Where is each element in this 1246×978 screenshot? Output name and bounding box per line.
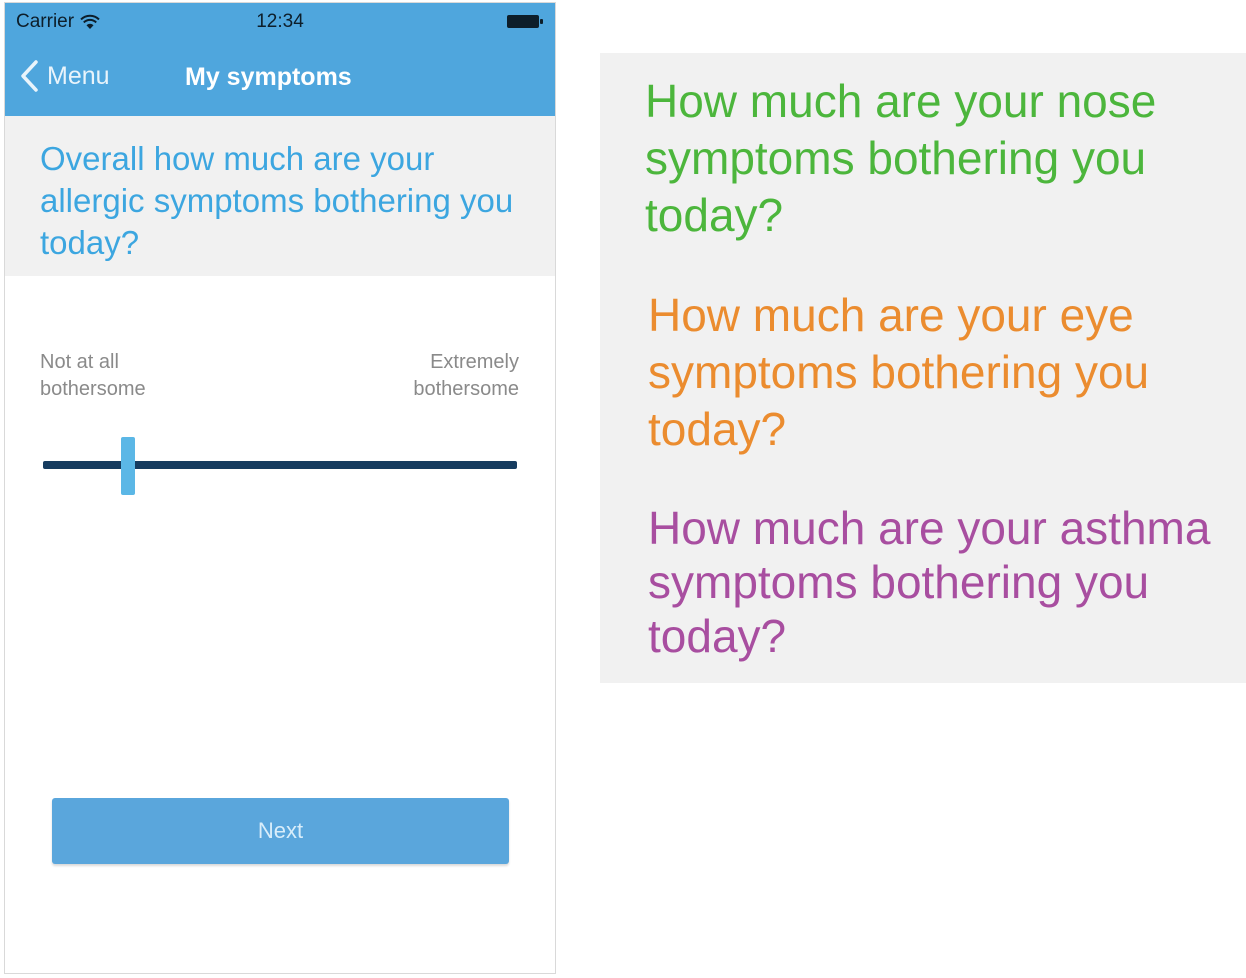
scale-min-label: Not at all bothersome [40,349,180,403]
eye-question-text: How much are your eye symptoms bothering… [648,289,1150,455]
asthma-question-text: How much are your asthma symptoms bother… [648,502,1211,662]
nose-question-text: How much are your nose symptoms botherin… [645,75,1157,241]
status-time: 12:34 [256,11,304,32]
battery-icon [507,15,543,28]
navigation-bar: Menu My symptoms [5,41,555,116]
slider-track[interactable] [43,461,517,469]
scale-min-label-text: Not at all bothersome [40,351,146,400]
phone-screen: Carrier 12:34 Menu My symptoms Overall h… [4,2,556,974]
next-button[interactable]: Next [52,798,509,864]
chevron-left-icon [21,60,38,92]
slider-thumb[interactable] [121,437,136,495]
status-bar: Carrier 12:34 [5,3,555,41]
question-text: Overall how much are your allergic sympt… [40,140,514,261]
back-button-label: Menu [47,61,110,90]
page-title: My symptoms [185,63,352,91]
scale-max-label: Extremely bothersome [384,349,519,403]
scale-max-label-text: Extremely bothersome [413,351,519,400]
back-to-menu-button[interactable]: Menu [19,59,110,93]
question-variants-panel: How much are your nose symptoms botherin… [600,53,1246,683]
symptom-severity-slider[interactable] [43,435,517,495]
question-panel: Overall how much are your allergic sympt… [5,116,555,276]
